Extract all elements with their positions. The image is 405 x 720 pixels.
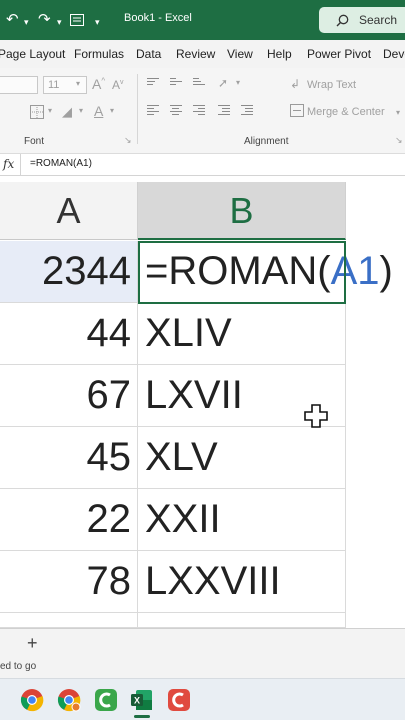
tab-page-layout[interactable]: Page Layout xyxy=(0,47,65,61)
borders-icon[interactable] xyxy=(30,105,44,122)
camtasia-recorder-icon[interactable] xyxy=(167,688,191,712)
form-icon[interactable] xyxy=(70,12,84,32)
cell-a5[interactable]: 22 xyxy=(0,489,138,551)
cell-b4[interactable]: XLV xyxy=(138,427,346,489)
search-icon xyxy=(336,14,349,27)
search-label: Search xyxy=(359,13,398,27)
alignment-group-label: Alignment xyxy=(244,136,289,147)
tab-power-pivot[interactable]: Power Pivot xyxy=(307,47,371,61)
decrease-indent-icon[interactable] xyxy=(218,105,230,117)
formula-suffix: ) xyxy=(379,249,393,293)
excel-active-indicator xyxy=(134,715,150,718)
status-text: ed to go xyxy=(0,661,37,672)
top-align-icon[interactable] xyxy=(147,78,159,87)
cell-a1[interactable]: 2344 xyxy=(0,241,138,303)
cell-b1[interactable]: =ROMAN(A1) xyxy=(138,241,393,303)
merge-center-icon[interactable] xyxy=(290,104,304,120)
tab-formulas[interactable]: Formulas xyxy=(74,47,124,61)
status-bar: ed to go xyxy=(0,658,405,678)
wrap-text-icon[interactable]: ↲ xyxy=(290,77,300,91)
align-center-icon[interactable] xyxy=(170,105,182,117)
tab-review[interactable]: Review xyxy=(176,47,215,61)
taskbar: X xyxy=(0,678,405,720)
chevron-down-icon: ▾ xyxy=(76,79,81,88)
alignment-dialog-launcher-icon[interactable]: ↘ xyxy=(395,135,403,146)
font-color-icon[interactable]: A xyxy=(94,103,103,119)
add-sheet-button[interactable]: + xyxy=(27,633,38,654)
sheet-tab-bar: + xyxy=(0,628,405,658)
column-header-a[interactable]: A xyxy=(0,182,138,240)
window-title: Book1 - Excel xyxy=(124,12,192,24)
search-box[interactable]: Search xyxy=(319,7,405,33)
insert-function-icon[interactable]: fx xyxy=(3,157,14,171)
orientation-icon[interactable]: ➚ xyxy=(218,76,228,90)
orientation-dropdown-icon[interactable]: ▾ xyxy=(236,78,240,87)
tab-data[interactable]: Data xyxy=(136,47,161,61)
cell-a7[interactable] xyxy=(0,613,138,628)
decrease-font-size-icon[interactable]: Av xyxy=(112,78,124,92)
cell-a2[interactable]: 44 xyxy=(0,303,138,365)
align-right-icon[interactable] xyxy=(193,105,205,117)
ribbon: 11 ▾ A^ Av ▾ ◢ ▾ A ▾ Font ↘ ➚ ▾ ↲ Wrap T… xyxy=(0,68,405,154)
cell-b7[interactable] xyxy=(138,613,346,628)
font-size-value: 11 xyxy=(48,79,60,91)
font-group-label: Font xyxy=(24,136,45,147)
font-name-dropdown[interactable] xyxy=(0,76,38,94)
redo-dropdown-icon[interactable]: ▾ xyxy=(57,12,62,32)
increase-font-size-icon[interactable]: A^ xyxy=(92,76,105,92)
customize-toolbar-icon[interactable]: ▾ xyxy=(95,12,100,32)
cell-b2[interactable]: XLIV xyxy=(138,303,346,365)
fill-color-icon[interactable]: ◢ xyxy=(62,104,72,120)
formula-bar: fx =ROMAN(A1) xyxy=(0,154,405,176)
formula-bar-divider xyxy=(20,154,21,176)
font-size-dropdown[interactable]: 11 ▾ xyxy=(43,76,87,94)
formula-reference: A1 xyxy=(330,249,380,293)
group-separator xyxy=(137,74,138,144)
cell-a6[interactable]: 78 xyxy=(0,551,138,613)
tab-view[interactable]: View xyxy=(227,47,253,61)
font-dialog-launcher-icon[interactable]: ↘ xyxy=(124,135,132,146)
merge-center-dropdown-icon[interactable]: ▾ xyxy=(396,108,400,117)
title-bar: ↶ ▾ ↷ ▾ ▾ Book1 - Excel Search xyxy=(0,0,405,40)
camtasia-icon[interactable] xyxy=(94,688,118,712)
column-header-b[interactable]: B xyxy=(138,182,346,240)
increase-indent-icon[interactable] xyxy=(241,105,253,117)
align-left-icon[interactable] xyxy=(147,105,159,117)
middle-align-icon[interactable] xyxy=(170,78,182,87)
borders-dropdown-icon[interactable]: ▾ xyxy=(48,106,52,115)
wrap-text-button[interactable]: Wrap Text xyxy=(307,79,356,91)
chrome-profile-icon[interactable] xyxy=(57,688,81,712)
excel-icon[interactable]: X xyxy=(130,688,154,712)
cell-b5[interactable]: XXII xyxy=(138,489,346,551)
undo-icon[interactable]: ↶ xyxy=(6,10,19,30)
font-color-dropdown-icon[interactable]: ▾ xyxy=(110,106,114,115)
bottom-align-icon[interactable] xyxy=(193,78,205,87)
cell-a4[interactable]: 45 xyxy=(0,427,138,489)
chrome-icon[interactable] xyxy=(20,688,44,712)
tab-help[interactable]: Help xyxy=(267,47,292,61)
merge-center-button[interactable]: Merge & Center xyxy=(307,106,385,118)
cell-select-cursor-icon xyxy=(304,404,328,428)
fill-color-dropdown-icon[interactable]: ▾ xyxy=(79,106,83,115)
redo-icon[interactable]: ↷ xyxy=(38,10,51,30)
formula-prefix: =ROMAN( xyxy=(145,249,331,293)
ribbon-tabs: Page Layout Formulas Data Review View He… xyxy=(0,40,405,68)
formula-input[interactable]: =ROMAN(A1) xyxy=(30,158,92,169)
svg-text:X: X xyxy=(134,696,140,706)
undo-dropdown-icon[interactable]: ▾ xyxy=(24,12,29,32)
cell-b6[interactable]: LXXVIII xyxy=(138,551,346,613)
cell-a3[interactable]: 67 xyxy=(0,365,138,427)
tab-developer[interactable]: Deve xyxy=(383,47,405,61)
